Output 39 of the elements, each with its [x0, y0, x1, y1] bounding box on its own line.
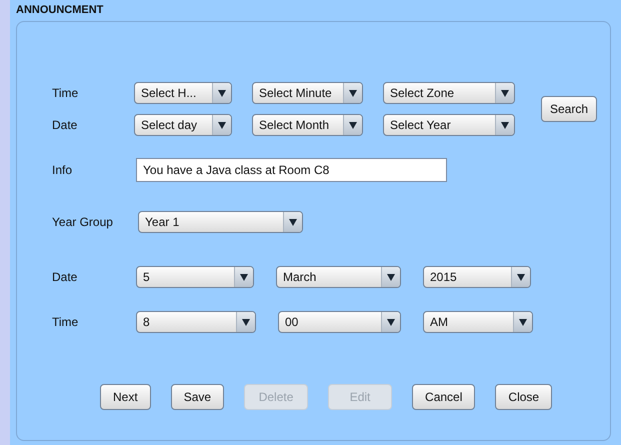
dropdown[interactable]: 00	[278, 311, 401, 333]
dropdown[interactable]: 5	[136, 266, 254, 288]
caret-icon	[289, 218, 297, 226]
field-label: Date	[52, 118, 78, 132]
dropdown[interactable]: Select Minute	[252, 82, 363, 104]
dropdown[interactable]: Year 1	[138, 211, 303, 233]
caret-icon	[387, 274, 395, 280]
caret-icon	[218, 90, 226, 96]
caret-icon	[240, 274, 248, 280]
caret-icon	[218, 122, 226, 128]
panel-title: ANNOUNCMENT	[16, 4, 104, 18]
dropdown[interactable]: Select Month	[252, 114, 363, 136]
caret-icon	[349, 90, 357, 96]
caret-icon	[501, 122, 509, 128]
field-label: Date	[52, 270, 78, 284]
field-label: Time	[52, 86, 80, 100]
caret-icon	[501, 90, 509, 96]
caret-icon	[519, 318, 527, 326]
dropdown[interactable]: AM	[423, 311, 533, 333]
dropdown[interactable]: 8	[136, 311, 256, 333]
dropdown[interactable]: March	[276, 266, 401, 288]
action-button[interactable]: Cancel	[412, 384, 476, 410]
dropdown[interactable]: Select Zone	[383, 82, 515, 104]
action-button[interactable]: Close	[495, 384, 552, 410]
field-label: Time	[52, 315, 80, 329]
caret-icon	[517, 274, 525, 280]
action-button[interactable]: Save	[170, 384, 224, 410]
caret-icon	[349, 122, 357, 128]
field-label: Year Group	[52, 215, 114, 229]
caret-icon	[242, 318, 250, 326]
action-button[interactable]: Next	[100, 384, 151, 410]
field-label: Info	[52, 163, 74, 177]
info-field[interactable]: You have a Java class at Room C8	[136, 158, 447, 182]
dropdown[interactable]: Select Year	[383, 114, 515, 136]
search-button[interactable]: Search	[541, 96, 598, 122]
dropdown[interactable]: 2015	[423, 266, 531, 288]
dropdown[interactable]: Select H...	[134, 82, 232, 104]
dropdown[interactable]: Select day	[134, 114, 232, 136]
caret-icon	[387, 318, 395, 326]
